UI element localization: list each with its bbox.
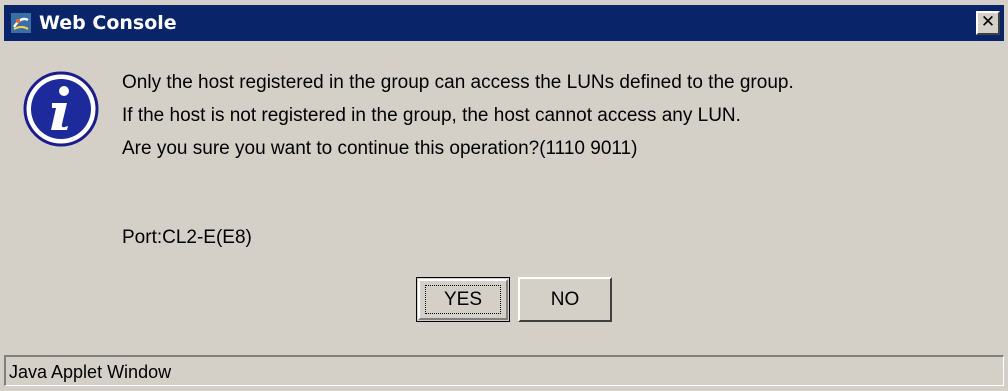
message-line: If the host is not registered in the gro…: [122, 105, 741, 126]
status-text: Java Applet Window: [9, 362, 172, 382]
dialog-window: Web Console ✕ Only the host registered i…: [0, 0, 1008, 391]
title-bar[interactable]: Web Console ✕: [4, 5, 1004, 41]
yes-button-label: YES: [425, 285, 501, 314]
message-line: Are you sure you want to continue this o…: [122, 138, 638, 159]
port-label: Port:CL2-E(E8): [122, 227, 252, 248]
window-title: Web Console: [39, 12, 177, 34]
message-line: Only the host registered in the group ca…: [122, 72, 794, 93]
info-icon: [23, 71, 99, 147]
status-bar: Java Applet Window: [4, 355, 1004, 386]
close-icon: ✕: [980, 12, 996, 32]
no-button[interactable]: NO: [518, 277, 612, 322]
close-button[interactable]: ✕: [976, 11, 1000, 35]
message-text: Only the host registered in the group ca…: [122, 66, 794, 165]
java-applet-icon: [11, 13, 31, 33]
yes-button[interactable]: YES: [416, 277, 510, 322]
